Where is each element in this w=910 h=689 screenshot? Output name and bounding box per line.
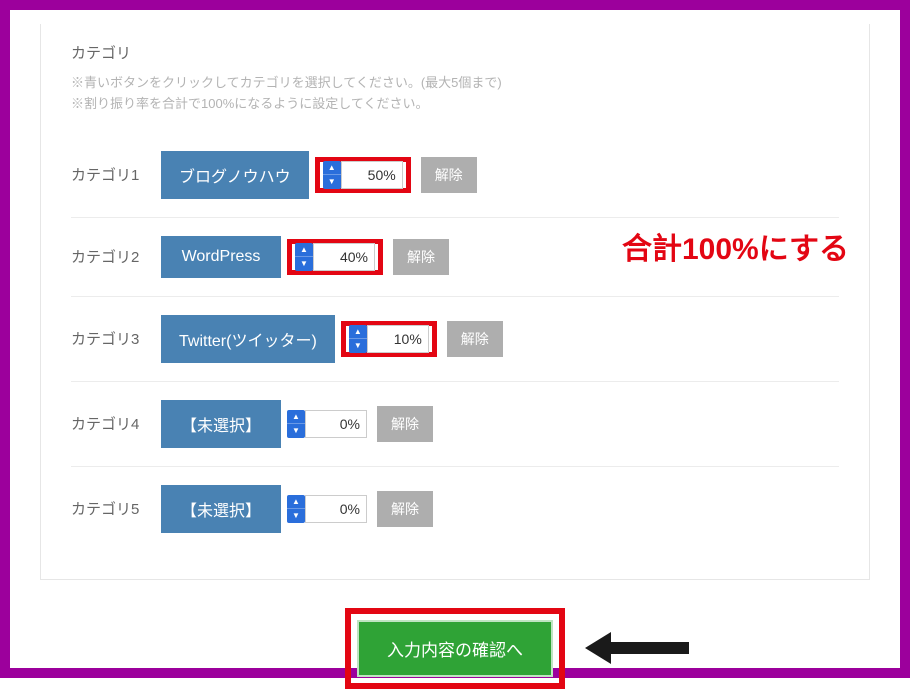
percent-input[interactable]	[305, 495, 367, 523]
category-row-5: カテゴリ5 【未選択】 ▲ ▼ 解除	[71, 467, 839, 551]
page-frame: カテゴリ ※青いボタンをクリックしてカテゴリを選択してください。(最大5個まで)…	[0, 0, 910, 678]
percent-stepper[interactable]: ▲ ▼	[323, 161, 341, 189]
release-button[interactable]: 解除	[377, 406, 433, 442]
release-button[interactable]: 解除	[447, 321, 503, 357]
annotation-sum-text: 合計100%にする	[622, 224, 849, 268]
stepper-down-icon[interactable]: ▼	[349, 339, 367, 353]
percent-input[interactable]	[305, 410, 367, 438]
row-label: カテゴリ4	[71, 413, 161, 434]
category-row-2: カテゴリ2 WordPress ▲ ▼ 解除 合計100%にする	[71, 218, 839, 297]
section-title: カテゴリ	[71, 42, 839, 63]
arrow-shaft	[611, 642, 689, 654]
category-select-button[interactable]: ブログノウハウ	[161, 151, 309, 199]
row-label: カテゴリ5	[71, 498, 161, 519]
percent-group: ▲ ▼	[287, 491, 367, 527]
percent-stepper[interactable]: ▲ ▼	[295, 243, 313, 271]
stepper-down-icon[interactable]: ▼	[287, 424, 305, 438]
category-row-1: カテゴリ1 ブログノウハウ ▲ ▼ 解除	[71, 133, 839, 218]
category-row-4: カテゴリ4 【未選択】 ▲ ▼ 解除	[71, 382, 839, 467]
stepper-down-icon[interactable]: ▼	[323, 175, 341, 189]
hint-line-1: ※青いボタンをクリックしてカテゴリを選択してください。(最大5個まで)	[71, 73, 839, 94]
percent-input[interactable]	[367, 325, 429, 353]
submit-highlight: 入力内容の確認へ	[345, 608, 565, 689]
category-select-button[interactable]: Twitter(ツイッター)	[161, 315, 335, 363]
stepper-up-icon[interactable]: ▲	[287, 410, 305, 425]
row-label: カテゴリ3	[71, 328, 161, 349]
hint-line-2: ※割り振り率を合計で100%になるように設定してください。	[71, 94, 839, 115]
percent-stepper[interactable]: ▲ ▼	[287, 410, 305, 438]
percent-group: ▲ ▼	[315, 157, 411, 193]
category-row-3: カテゴリ3 Twitter(ツイッター) ▲ ▼ 解除	[71, 297, 839, 382]
percent-input[interactable]	[341, 161, 403, 189]
stepper-up-icon[interactable]: ▲	[349, 325, 367, 340]
submit-area: 入力内容の確認へ	[40, 608, 870, 689]
percent-stepper[interactable]: ▲ ▼	[287, 495, 305, 523]
stepper-down-icon[interactable]: ▼	[295, 257, 313, 271]
release-button[interactable]: 解除	[377, 491, 433, 527]
row-label: カテゴリ1	[71, 164, 161, 185]
category-card: カテゴリ ※青いボタンをクリックしてカテゴリを選択してください。(最大5個まで)…	[40, 24, 870, 580]
category-rows: カテゴリ1 ブログノウハウ ▲ ▼ 解除 カテゴリ2 WordPress ▲	[71, 133, 839, 551]
percent-group: ▲ ▼	[287, 406, 367, 442]
percent-input[interactable]	[313, 243, 375, 271]
percent-stepper[interactable]: ▲ ▼	[349, 325, 367, 353]
row-label: カテゴリ2	[71, 246, 161, 267]
percent-group: ▲ ▼	[341, 321, 437, 357]
stepper-down-icon[interactable]: ▼	[287, 509, 305, 523]
release-button[interactable]: 解除	[421, 157, 477, 193]
percent-group: ▲ ▼	[287, 239, 383, 275]
confirm-button[interactable]: 入力内容の確認へ	[357, 620, 553, 677]
arrow-left-icon	[585, 632, 611, 664]
release-button[interactable]: 解除	[393, 239, 449, 275]
category-select-button[interactable]: 【未選択】	[161, 400, 281, 448]
stepper-up-icon[interactable]: ▲	[323, 161, 341, 176]
arrow-annotation	[585, 632, 689, 664]
category-select-button[interactable]: WordPress	[161, 236, 281, 278]
category-select-button[interactable]: 【未選択】	[161, 485, 281, 533]
stepper-up-icon[interactable]: ▲	[287, 495, 305, 510]
stepper-up-icon[interactable]: ▲	[295, 243, 313, 258]
